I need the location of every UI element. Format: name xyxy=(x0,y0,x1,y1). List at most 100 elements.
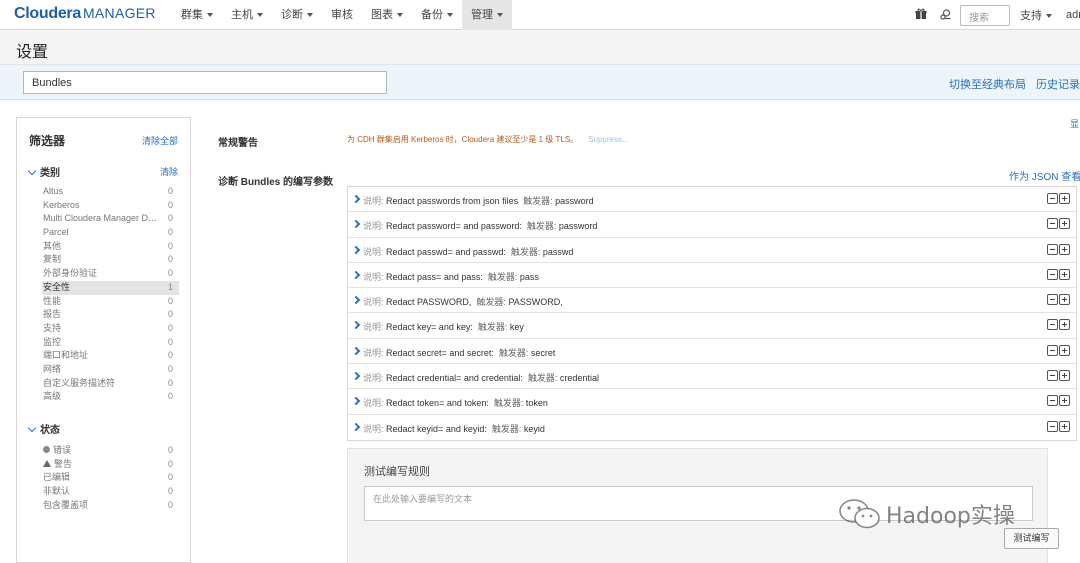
chevron-right-icon[interactable] xyxy=(351,397,361,406)
chevron-right-icon[interactable] xyxy=(351,220,361,229)
suppress-link[interactable]: Suppress... xyxy=(588,135,628,144)
filter-item[interactable]: 报告 0 xyxy=(42,308,179,322)
nav-item[interactable]: 主机 xyxy=(222,0,272,30)
add-rule-icon[interactable] xyxy=(1059,319,1070,331)
remove-rule-icon[interactable] xyxy=(1047,420,1058,432)
filter-item[interactable]: 支持 0 xyxy=(42,322,179,336)
add-rule-icon[interactable] xyxy=(1059,420,1070,432)
rule-summary: 说明: Redact passwd= and passwd: 触发器: pass… xyxy=(363,245,573,258)
filter-item[interactable]: 复制 0 xyxy=(42,253,179,267)
chevron-right-icon[interactable] xyxy=(351,295,361,305)
redaction-rule-row[interactable]: 说明: Redact pass= and pass: 触发器: pass xyxy=(348,263,1076,289)
filter-item[interactable]: 自定义服务描述符 0 xyxy=(42,377,179,391)
settings-search-input[interactable]: Bundles xyxy=(23,71,387,94)
rule-controls xyxy=(1046,218,1070,230)
add-rule-icon[interactable] xyxy=(1059,218,1070,230)
filter-item[interactable]: 包含覆盖项 0 xyxy=(42,499,179,513)
nav-item-label: 群集 xyxy=(181,9,203,21)
search-input[interactable]: 搜索 xyxy=(960,4,1010,26)
services-icon[interactable] xyxy=(940,8,952,23)
chevron-right-icon[interactable] xyxy=(351,194,361,204)
nav-item[interactable]: 诊断 xyxy=(272,0,322,30)
add-rule-icon[interactable] xyxy=(1059,370,1070,382)
filter-item-count: 0 xyxy=(167,363,173,374)
filter-item[interactable]: 网络 0 xyxy=(42,363,179,377)
nav-item[interactable]: 群集 xyxy=(172,0,222,30)
remove-rule-icon[interactable] xyxy=(1047,218,1058,230)
switch-classic-layout-link[interactable]: 切换至经典布局 xyxy=(949,76,1026,92)
rule-trigger: password xyxy=(558,221,598,232)
view-as-json-link[interactable]: 作为 JSON 查看 xyxy=(1009,168,1080,183)
trigger-key: 触发器: xyxy=(477,322,508,333)
filter-item[interactable]: Multi Cloudera Manager Das... 0 xyxy=(42,212,179,226)
redaction-rule-row[interactable]: 说明: Redact PASSWORD, 触发器: PASSWORD, xyxy=(348,288,1076,314)
remove-rule-icon[interactable] xyxy=(1047,344,1058,356)
nav-item[interactable]: 管理 xyxy=(462,0,512,30)
redaction-rule-row[interactable]: 说明: Redact passwd= and passwd: 触发器: pass… xyxy=(348,238,1076,263)
filter-item[interactable]: 已编辑 0 xyxy=(42,471,179,485)
redaction-rule-row[interactable]: 说明: Redact keyid= and keyid: 触发器: keyid xyxy=(348,415,1076,440)
chevron-right-icon[interactable] xyxy=(351,371,361,381)
redaction-rule-row[interactable]: 说明: Redact passwords from json files 触发器… xyxy=(348,187,1076,213)
gift-icon[interactable] xyxy=(915,8,927,23)
chevron-down-icon xyxy=(307,13,313,18)
filter-item-label: 端口和地址 xyxy=(43,350,89,361)
chevron-right-icon[interactable] xyxy=(351,270,361,280)
filter-item[interactable]: 其他 0 xyxy=(42,240,179,254)
remove-rule-icon[interactable] xyxy=(1047,370,1058,382)
filter-item[interactable]: 性能 0 xyxy=(42,295,179,309)
filter-item[interactable]: 警告 0 xyxy=(42,458,179,472)
remove-rule-icon[interactable] xyxy=(1047,319,1058,331)
remove-rule-icon[interactable] xyxy=(1047,193,1058,204)
filter-item[interactable]: 端口和地址 0 xyxy=(42,349,179,363)
filter-item-label: 报告 xyxy=(43,309,62,320)
clear-all-link[interactable]: 清除全部 xyxy=(142,134,178,147)
status-section-toggle[interactable]: 状态 xyxy=(27,421,60,436)
chevron-right-icon[interactable] xyxy=(351,245,361,254)
filter-item[interactable]: Parcel 0 xyxy=(42,226,179,240)
redaction-rule-row[interactable]: 说明: Redact token= and token: 触发器: token xyxy=(348,389,1076,415)
brand-logo[interactable]: Cloudera MANAGER xyxy=(14,5,156,25)
filter-item[interactable]: 高级 0 xyxy=(42,390,179,404)
remove-rule-icon[interactable] xyxy=(1047,395,1058,407)
chevron-right-icon[interactable] xyxy=(351,346,361,356)
nav-item[interactable]: 备份 xyxy=(412,0,462,30)
show-link[interactable]: 显 xyxy=(1070,117,1079,130)
filter-item[interactable]: 安全性 1 xyxy=(42,280,179,295)
filter-item-count: 0 xyxy=(167,472,173,483)
user-menu[interactable]: adr xyxy=(1066,9,1080,21)
add-rule-icon[interactable] xyxy=(1059,268,1070,280)
trigger-key: 触发器: xyxy=(510,246,541,257)
redaction-rule-row[interactable]: 说明: Redact secret= and secret: 触发器: secr… xyxy=(348,339,1076,365)
filter-item-count: 0 xyxy=(167,199,173,210)
category-clear-link[interactable]: 清除 xyxy=(160,165,178,178)
filter-item[interactable]: Altus 0 xyxy=(42,185,179,199)
remove-rule-icon[interactable] xyxy=(1047,243,1058,255)
trigger-key: 触发器: xyxy=(487,271,518,282)
filter-item[interactable]: 监控 0 xyxy=(42,336,179,350)
description-key: 说明: xyxy=(363,221,384,232)
add-rule-icon[interactable] xyxy=(1059,294,1070,306)
redaction-rule-row[interactable]: 说明: Redact password= and password: 触发器: … xyxy=(348,212,1076,238)
add-rule-icon[interactable] xyxy=(1059,243,1070,255)
filter-item[interactable]: 外部身份验证 0 xyxy=(42,267,179,281)
filter-item[interactable]: 错误 0 xyxy=(42,444,179,458)
redaction-rule-row[interactable]: 说明: Redact key= and key: 触发器: key xyxy=(348,313,1076,339)
add-rule-icon[interactable] xyxy=(1059,395,1070,407)
remove-rule-icon[interactable] xyxy=(1047,294,1058,306)
filter-item-label: 支持 xyxy=(43,322,62,333)
category-section-toggle[interactable]: 类别 xyxy=(27,164,60,179)
nav-item[interactable]: 审核 xyxy=(322,0,362,30)
filter-item[interactable]: Kerberos 0 xyxy=(42,199,179,213)
history-link[interactable]: 历史记录和 xyxy=(1036,76,1080,92)
add-rule-icon[interactable] xyxy=(1059,344,1070,356)
chevron-right-icon[interactable] xyxy=(351,321,361,330)
trigger-key: 触发器: xyxy=(498,347,529,358)
nav-item[interactable]: 图表 xyxy=(362,0,412,30)
chevron-right-icon[interactable] xyxy=(351,422,361,431)
redaction-rule-row[interactable]: 说明: Redact credential= and credential: 触… xyxy=(348,364,1076,390)
support-menu[interactable]: 支持 xyxy=(1020,7,1052,23)
add-rule-icon[interactable] xyxy=(1059,193,1070,204)
remove-rule-icon[interactable] xyxy=(1047,268,1058,280)
filter-item[interactable]: 非默认 0 xyxy=(42,485,179,499)
